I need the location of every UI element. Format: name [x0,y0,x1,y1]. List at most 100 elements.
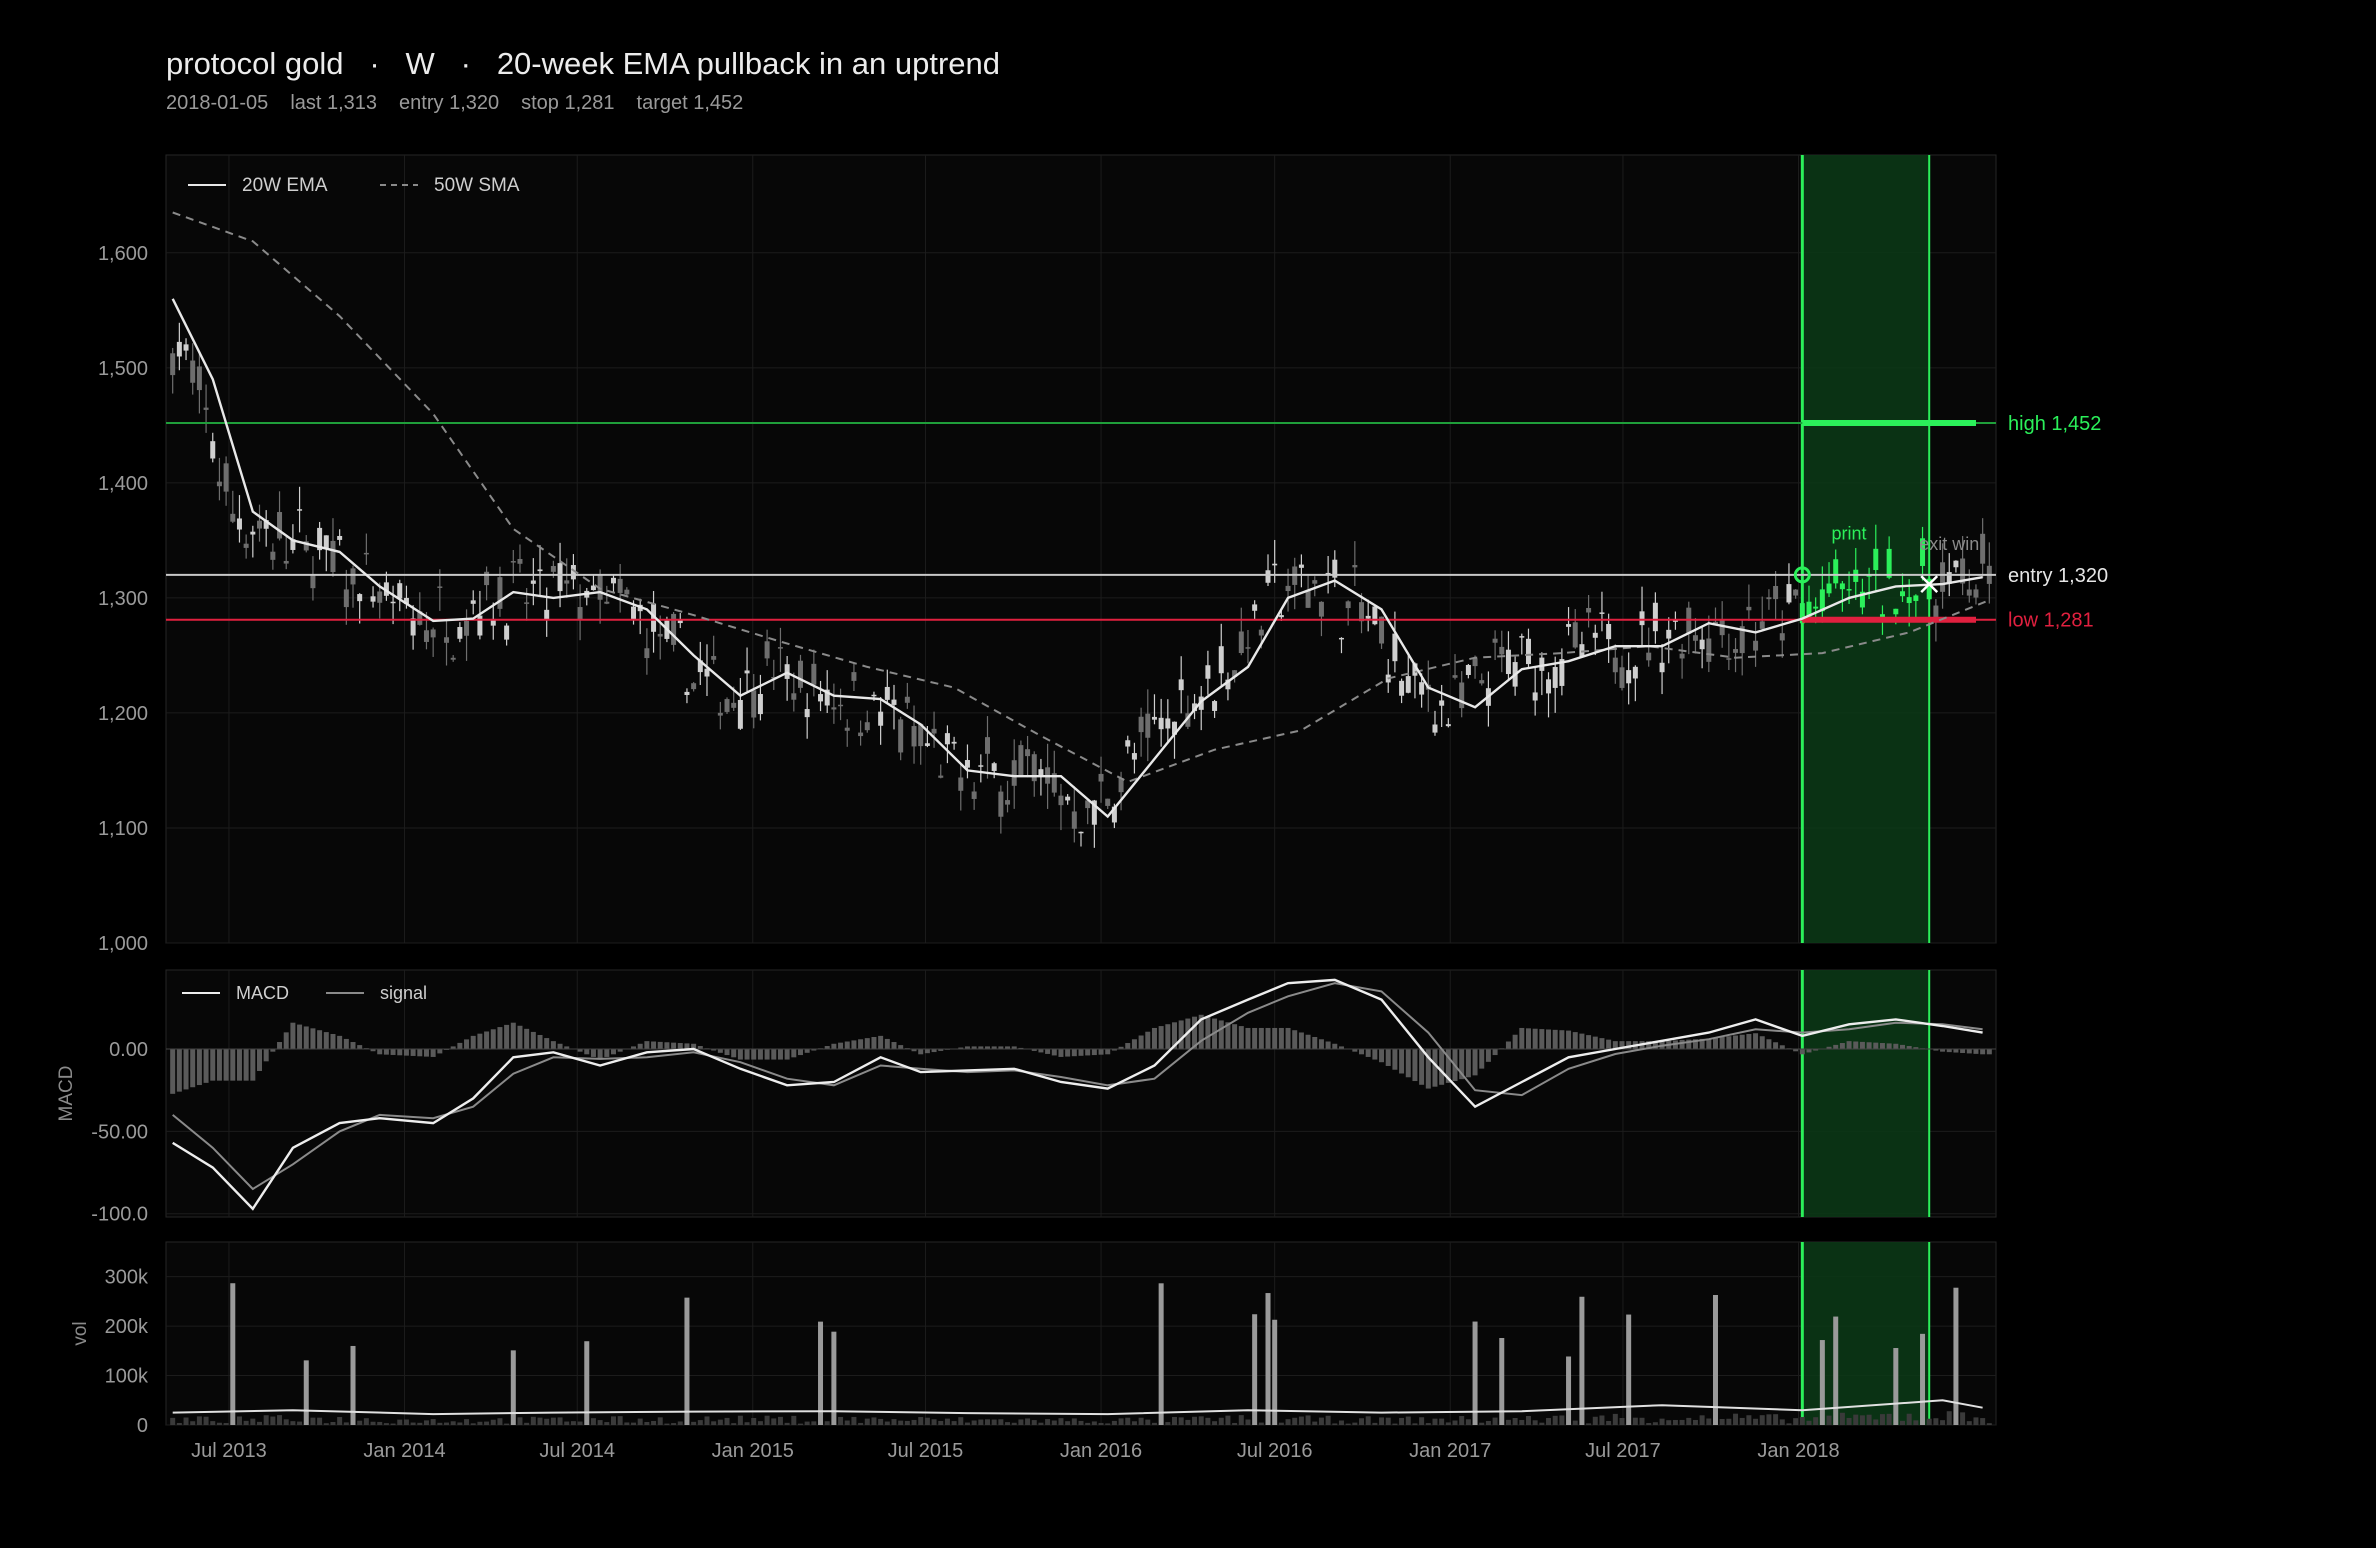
macd-histogram-bar [637,1043,643,1050]
candle-body [544,609,550,619]
volume-bar [1986,1423,1992,1425]
macd-histogram-bar [757,1049,763,1060]
volume-bar [1753,1418,1759,1425]
macd-histogram-bar [791,1049,797,1058]
volume-bar [564,1421,570,1425]
macd-histogram-bar [1546,1029,1552,1050]
candle-body [410,618,416,636]
volume-bar [1038,1422,1044,1425]
candle-body [891,699,897,705]
macd-histogram-bar [397,1049,403,1056]
volume-bar [1058,1418,1064,1425]
candle-body [1652,602,1658,632]
candle-body [170,353,176,376]
volume-bar [1005,1422,1011,1425]
candle-body [1586,607,1592,613]
vol-y-tick-label: 100k [105,1366,149,1388]
macd-histogram-bar [263,1049,269,1062]
volume-bar [1519,1419,1525,1425]
candle-body [524,602,530,604]
volume-bar [1552,1415,1558,1425]
volume-bar [1819,1340,1825,1425]
volume-bar [1766,1414,1772,1425]
volume-bar [1345,1423,1351,1425]
candle-body [1686,607,1692,634]
volume-bar [1505,1419,1511,1425]
volume-bar [964,1422,970,1425]
volume-bar [1933,1418,1939,1425]
volume-bar [737,1415,743,1425]
volume-bar [784,1422,790,1425]
macd-histogram-bar [550,1041,556,1050]
candle-body [450,657,456,660]
macd-histogram-bar [544,1038,550,1050]
volume-bar [1078,1420,1084,1425]
volume-bar [377,1421,383,1425]
macd-histogram-bar [1151,1027,1157,1050]
volume-bar [277,1415,283,1425]
volume-bar [1405,1416,1411,1425]
macd-histogram-bar [250,1049,256,1081]
volume-bar [1646,1423,1652,1425]
macd-histogram-bar [1258,1027,1264,1050]
candle-body [1759,621,1765,629]
macd-histogram-bar [924,1049,930,1054]
volume-bar [1031,1420,1037,1425]
macd-histogram-bar [804,1049,810,1053]
volume-bar [190,1421,196,1425]
volume-bar [1652,1422,1658,1425]
candle-body [838,704,844,707]
macd-histogram-bar [277,1042,283,1050]
macd-histogram-bar [1525,1028,1531,1050]
candle-body [604,601,610,604]
macd-histogram-bar [664,1042,670,1050]
macd-histogram-bar [1252,1027,1258,1050]
volume-bar [651,1420,657,1425]
macd-histogram-bar [1953,1049,1959,1053]
candle-body [1432,724,1438,733]
price-y-tick-label: 1,600 [98,243,148,265]
volume-bar [624,1422,630,1425]
macd-histogram-bar [1318,1039,1324,1050]
macd-histogram-bar [1505,1041,1511,1050]
candle-body [257,520,263,529]
candle-body [297,509,303,511]
macd-histogram-bar [1539,1029,1545,1050]
macd-histogram-bar [1739,1034,1745,1050]
volume-bar [864,1418,870,1425]
volume-bar [1105,1423,1111,1425]
macd-histogram-bar [1599,1038,1605,1050]
macd-axis-label: MACD [56,1066,77,1122]
volume-bar [804,1421,810,1425]
volume-bar [230,1283,236,1425]
stop-level-label: low 1,281 [2008,610,2094,632]
macd-histogram-bar [1051,1049,1057,1056]
candle-body [1626,670,1632,684]
macd-histogram-bar [1278,1027,1284,1050]
candle-body [1766,597,1772,600]
macd-histogram-bar [1572,1032,1578,1050]
candle-body [1392,633,1398,662]
candle-body [423,630,429,642]
candle-body [550,566,556,572]
candle-body [223,463,229,492]
candle-body [731,702,737,708]
legend-ema-label: 20W EMA [242,175,328,196]
volume-bar [1225,1415,1231,1425]
candle-body [470,600,476,604]
macd-histogram-bar [1592,1036,1598,1050]
volume-bar [530,1416,536,1425]
macd-histogram-bar [864,1038,870,1050]
macd-histogram-bar [918,1049,924,1055]
candle-body [1278,615,1284,618]
volume-bar [1599,1415,1605,1425]
candle-body [984,737,990,754]
macd-histogram-bar [1078,1049,1084,1056]
volume-bar [1165,1422,1171,1425]
macd-histogram-bar [283,1032,289,1050]
macd-histogram-bar [437,1049,443,1054]
chart-canvas: Jul 2013 Jan 2014 Jul 2014 Jan 2015 Jul 2015… [56,154,2108,1462]
candle-body [1178,679,1184,691]
volume-bar [524,1422,530,1425]
volume-bar [1612,1413,1618,1425]
